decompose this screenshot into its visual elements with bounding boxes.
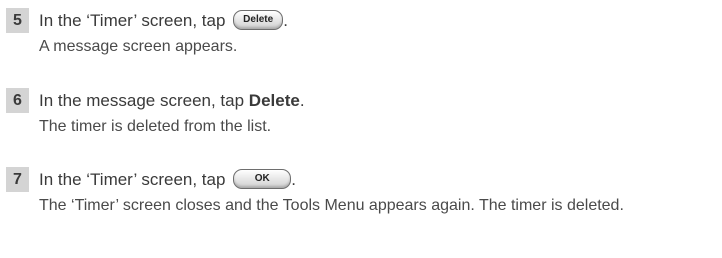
delete-button-image: Delete <box>233 9 284 30</box>
step-result: A message screen appears. <box>39 38 238 55</box>
instruction-bold-term: Delete <box>248 91 300 110</box>
step-instruction: In the ‘Timer’ screen, tap OK. <box>39 167 296 192</box>
step-result: The timer is deleted from the list. <box>39 118 272 135</box>
step-number: 6 <box>6 88 29 113</box>
step-number: 7 <box>6 167 29 192</box>
instruction-text: In the ‘Timer’ screen, tap <box>39 170 226 189</box>
instruction-period: . <box>299 91 305 110</box>
instruction-period: . <box>291 170 296 189</box>
ok-button-image: OK <box>233 168 292 189</box>
step-result: The ‘Timer’ screen closes and the Tools … <box>39 197 624 214</box>
instruction-text: In the message screen, tap <box>39 91 249 110</box>
instruction-period: . <box>283 11 288 30</box>
instruction-text: In the ‘Timer’ screen, tap <box>39 11 226 30</box>
step-instruction: In the message screen, tap Delete. <box>39 88 305 113</box>
step-instruction: In the ‘Timer’ screen, tap Delete. <box>39 8 288 33</box>
step-number: 5 <box>6 8 29 33</box>
